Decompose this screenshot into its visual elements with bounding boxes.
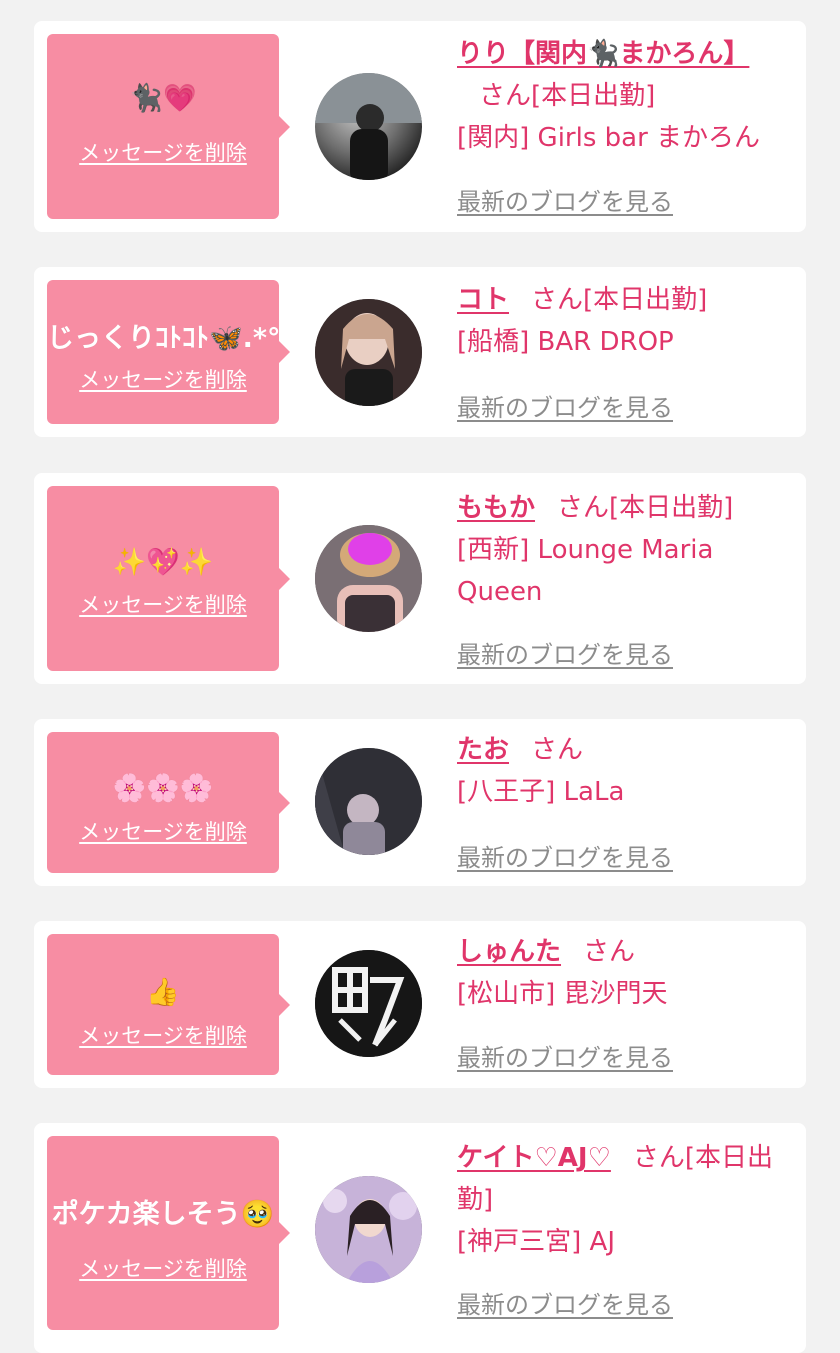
message-bubble: じっくりｺﾄｺﾄ🦋.*° メッセージを削除 xyxy=(47,280,290,424)
delete-message-link[interactable]: メッセージを削除 xyxy=(47,1020,279,1050)
sender-name-link[interactable]: ももか xyxy=(457,493,535,523)
sender-info: コト さん[本日出勤] [船橋] BAR DROP xyxy=(457,279,782,363)
sender-suffix: さん[本日出勤] xyxy=(557,493,734,523)
sender-info: ケイト♡AJ♡ さん[本日出勤] [神戸三宮] AJ xyxy=(457,1137,782,1263)
avatar-photo xyxy=(315,748,422,855)
latest-blog-link[interactable]: 最新のブログを見る xyxy=(457,1285,673,1320)
sender-info: りり【関内🐈‍⬛まかろん】さん[本日出勤] [関内] Girls bar まかろ… xyxy=(457,33,782,159)
sender-info: たお さん [八王子] LaLa xyxy=(457,729,782,813)
message-bubble: ポケカ楽しそう🥹 メッセージを削除 xyxy=(47,1136,290,1330)
delete-message-link[interactable]: メッセージを削除 xyxy=(47,364,279,394)
avatar[interactable] xyxy=(315,1176,422,1283)
message-card: ✨💖✨ メッセージを削除 ももか さん[本日出勤] [西新] Lounge Mar… xyxy=(34,473,806,684)
avatar[interactable] xyxy=(315,299,422,406)
message-bubble: 👍 メッセージを削除 xyxy=(47,934,290,1075)
avatar[interactable] xyxy=(315,73,422,180)
message-card: じっくりｺﾄｺﾄ🦋.*° メッセージを削除 コト さん[本日出勤] [船橋] BA… xyxy=(34,267,806,437)
avatar-photo xyxy=(315,1176,422,1283)
sender-info: しゅんた さん [松山市] 毘沙門天 xyxy=(457,931,782,1015)
message-card: ポケカ楽しそう🥹 メッセージを削除 ケイト♡AJ♡ さん[本日出勤] [神戸三宮]… xyxy=(34,1123,806,1353)
message-text: ポケカ楽しそう🥹 xyxy=(51,1199,275,1230)
latest-blog-link[interactable]: 最新のブログを見る xyxy=(457,388,673,423)
latest-blog-link[interactable]: 最新のブログを見る xyxy=(457,838,673,873)
sender-suffix: さん[本日出勤] xyxy=(479,81,656,111)
latest-blog-link[interactable]: 最新のブログを見る xyxy=(457,1038,673,1073)
avatar-photo xyxy=(315,299,422,406)
avatar[interactable] xyxy=(315,525,422,632)
sender-name-link[interactable]: コト xyxy=(457,285,509,315)
shop-name: [八王子] LaLa xyxy=(457,777,625,807)
shop-name: [神戸三宮] AJ xyxy=(457,1227,616,1257)
message-card: 🌸🌸🌸 メッセージを削除 たお さん [八王子] LaLa 最新のブログを見る xyxy=(34,719,806,886)
shop-name: [松山市] 毘沙門天 xyxy=(457,979,668,1009)
shop-name: [西新] Lounge Maria Queen xyxy=(457,535,714,607)
message-card: 👍 メッセージを削除 しゅんた さん [松山市] 毘沙門天 最新のブログを見る xyxy=(34,921,806,1088)
sender-name-link[interactable]: りり【関内🐈‍⬛まかろん】 xyxy=(457,39,749,69)
message-text: 👍 xyxy=(146,977,180,1008)
delete-message-link[interactable]: メッセージを削除 xyxy=(47,589,279,619)
message-card: 🐈‍⬛💗 メッセージを削除 りり【関内🐈‍⬛まかろん】さん[本日出勤] [関内]… xyxy=(34,21,806,232)
delete-message-link[interactable]: メッセージを削除 xyxy=(47,137,279,167)
message-text: 🌸🌸🌸 xyxy=(112,773,214,804)
delete-message-link[interactable]: メッセージを削除 xyxy=(47,1253,279,1283)
latest-blog-link[interactable]: 最新のブログを見る xyxy=(457,182,673,217)
sender-info: ももか さん[本日出勤] [西新] Lounge Maria Queen xyxy=(457,487,782,613)
message-text: 🐈‍⬛💗 xyxy=(129,83,197,114)
message-bubble: 🌸🌸🌸 メッセージを削除 xyxy=(47,732,290,873)
sender-name-link[interactable]: ケイト♡AJ♡ xyxy=(457,1143,611,1173)
shop-name: [関内] Girls bar まかろん xyxy=(457,123,761,153)
message-bubble: 🐈‍⬛💗 メッセージを削除 xyxy=(47,34,290,219)
sender-name-link[interactable]: しゅんた xyxy=(457,937,561,967)
avatar[interactable] xyxy=(315,950,422,1057)
sender-suffix: さん[本日出勤] xyxy=(531,285,708,315)
avatar-photo xyxy=(315,73,422,180)
sender-name-link[interactable]: たお xyxy=(457,735,509,765)
message-text: じっくりｺﾄｺﾄ🦋.*° xyxy=(47,323,281,354)
sender-suffix: さん xyxy=(583,937,636,967)
delete-message-link[interactable]: メッセージを削除 xyxy=(47,816,279,846)
message-bubble: ✨💖✨ メッセージを削除 xyxy=(47,486,290,671)
latest-blog-link[interactable]: 最新のブログを見る xyxy=(457,635,673,670)
message-text: ✨💖✨ xyxy=(112,547,214,578)
bishamonten-logo xyxy=(315,950,422,1057)
avatar-photo xyxy=(315,525,422,632)
sender-suffix: さん xyxy=(531,735,584,765)
shop-name: [船橋] BAR DROP xyxy=(457,327,674,357)
avatar[interactable] xyxy=(315,748,422,855)
